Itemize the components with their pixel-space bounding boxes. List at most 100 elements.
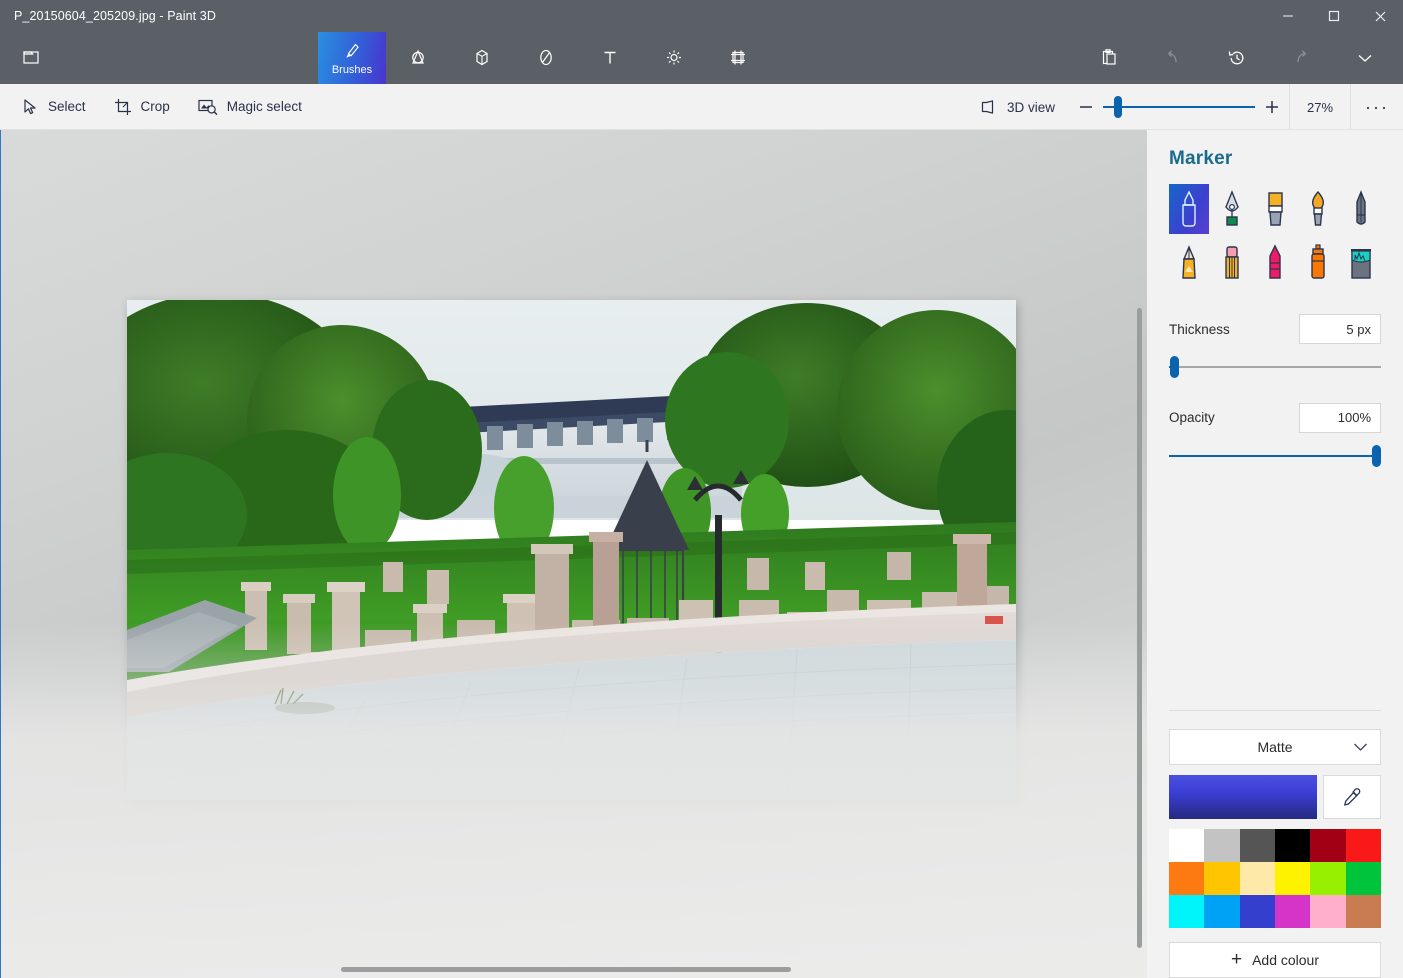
- zoom-slider-track: [1103, 106, 1255, 108]
- brush-marker[interactable]: [1169, 184, 1209, 234]
- material-dropdown[interactable]: Matte: [1169, 728, 1381, 765]
- opacity-slider[interactable]: [1169, 444, 1381, 467]
- eyedropper-icon: [1343, 788, 1361, 806]
- tab-effects[interactable]: [642, 32, 706, 84]
- pencil-icon: [1182, 245, 1196, 279]
- plus-icon: [1266, 101, 1278, 113]
- zoom-in-button[interactable]: [1255, 84, 1289, 130]
- opacity-label: Opacity: [1169, 410, 1215, 426]
- brush-fill[interactable]: [1341, 238, 1381, 288]
- swatch-brown[interactable]: [1345, 894, 1381, 928]
- opacity-slider-thumb[interactable]: [1372, 444, 1381, 467]
- crop-tool[interactable]: Crop: [100, 84, 184, 130]
- swatch-dark-grey[interactable]: [1239, 828, 1275, 862]
- swatch-light-grey[interactable]: [1204, 828, 1240, 862]
- swatch-cream[interactable]: [1239, 861, 1275, 895]
- opacity-input[interactable]: 100%: [1299, 402, 1381, 433]
- swatch-green[interactable]: [1345, 861, 1381, 895]
- brush-oil[interactable]: [1255, 184, 1295, 234]
- more-options-button[interactable]: ···: [1351, 84, 1403, 130]
- app-body: Marker Thickness 5 px Opacity 100% Matte…: [0, 130, 1403, 978]
- minimize-button[interactable]: [1265, 0, 1311, 32]
- brush-crayon[interactable]: [1255, 238, 1295, 288]
- swatch-dark-red[interactable]: [1310, 828, 1346, 862]
- 3d-view-icon: [981, 100, 994, 114]
- swatch-red[interactable]: [1345, 828, 1381, 862]
- panel-title: Marker: [1169, 148, 1233, 169]
- select-tool[interactable]: Select: [8, 84, 100, 130]
- swatch-indigo[interactable]: [1239, 894, 1275, 928]
- add-colour-button[interactable]: + Add colour: [1169, 941, 1381, 978]
- swatch-white[interactable]: [1169, 828, 1205, 862]
- thickness-input[interactable]: 5 px: [1299, 314, 1381, 344]
- swatch-amber[interactable]: [1204, 861, 1240, 895]
- canvas-vertical-scrollbar-thumb[interactable]: [1137, 308, 1142, 948]
- material-dropdown-label: Matte: [1257, 738, 1293, 755]
- brush-calligraphy-pen[interactable]: [1212, 184, 1252, 234]
- swatch-magenta[interactable]: [1274, 894, 1311, 928]
- swatch-pink[interactable]: [1310, 894, 1346, 928]
- swatch-yellow[interactable]: [1274, 861, 1311, 895]
- brush-pixel-pen[interactable]: [1341, 184, 1381, 234]
- canvas-horizontal-scrollbar[interactable]: [341, 967, 791, 974]
- tab-3d-shapes[interactable]: [450, 32, 514, 84]
- thickness-slider-thumb[interactable]: [1170, 356, 1179, 378]
- brush-pencil[interactable]: [1169, 238, 1209, 288]
- swatch-orange[interactable]: [1169, 861, 1205, 895]
- brush-eraser[interactable]: [1212, 238, 1252, 288]
- image-canvas[interactable]: [127, 300, 1016, 800]
- canvas-photo: [127, 300, 1016, 800]
- crop-tool-label: Crop: [140, 99, 170, 114]
- history-button[interactable]: [1205, 32, 1269, 84]
- fill-icon: [1351, 249, 1371, 279]
- tab-text[interactable]: [578, 32, 642, 84]
- swatch-black[interactable]: [1274, 828, 1311, 862]
- expand-toolbar-button[interactable]: [1333, 32, 1397, 84]
- canvas-horizontal-scrollbar-thumb[interactable]: [341, 967, 791, 972]
- brush-icon: [346, 43, 359, 58]
- tab-brushes-label: Brushes: [331, 63, 373, 76]
- opacity-slider-fill: [1169, 454, 1381, 457]
- tab-2d-shapes[interactable]: [386, 32, 450, 84]
- tab-stickers[interactable]: [514, 32, 578, 84]
- brush-watercolour[interactable]: [1298, 184, 1338, 234]
- thickness-label: Thickness: [1169, 321, 1230, 337]
- oil-brush-icon: [1268, 192, 1283, 226]
- swatch-chartreuse[interactable]: [1310, 861, 1346, 895]
- stickers-icon: [540, 49, 552, 66]
- undo-button[interactable]: [1141, 32, 1205, 84]
- window-controls: [1265, 0, 1403, 32]
- swatch-cyan[interactable]: [1169, 894, 1205, 928]
- opacity-row: Opacity 100%: [1169, 402, 1381, 433]
- menu-button[interactable]: [0, 32, 64, 84]
- tab-canvas[interactable]: [706, 32, 770, 84]
- 3d-shapes-icon: [476, 49, 488, 66]
- effects-icon: [667, 50, 681, 65]
- calligraphy-pen-icon: [1225, 190, 1239, 226]
- brush-spray-can[interactable]: [1298, 238, 1338, 288]
- maximize-button[interactable]: [1311, 0, 1357, 32]
- close-button[interactable]: [1357, 0, 1403, 32]
- canvas-vertical-scrollbar[interactable]: [1136, 308, 1143, 948]
- eyedropper-button[interactable]: [1323, 774, 1381, 819]
- zoom-slider-thumb[interactable]: [1114, 96, 1122, 118]
- zoom-out-button[interactable]: [1069, 84, 1103, 130]
- thickness-slider[interactable]: [1169, 356, 1381, 378]
- swatch-sky-blue[interactable]: [1204, 894, 1240, 928]
- zoom-slider[interactable]: [1103, 84, 1255, 130]
- photograph: [127, 300, 1016, 800]
- minus-icon: [1080, 106, 1092, 108]
- canvas-workspace[interactable]: [0, 130, 1147, 978]
- colour-palette: [1169, 828, 1381, 928]
- tab-brushes[interactable]: Brushes: [318, 32, 386, 84]
- chevron-down-icon: [1358, 55, 1372, 62]
- clipboard-button[interactable]: [1077, 32, 1141, 84]
- redo-button[interactable]: [1269, 32, 1333, 84]
- magic-select-tool[interactable]: Magic select: [184, 84, 316, 130]
- crayon-icon: [1269, 244, 1281, 279]
- zoom-percentage[interactable]: 27%: [1289, 84, 1351, 130]
- crop-icon: [114, 98, 131, 115]
- current-colour-swatch[interactable]: [1169, 774, 1317, 819]
- 3d-view-toggle[interactable]: 3D view: [966, 84, 1069, 130]
- marker-icon: [1182, 190, 1196, 227]
